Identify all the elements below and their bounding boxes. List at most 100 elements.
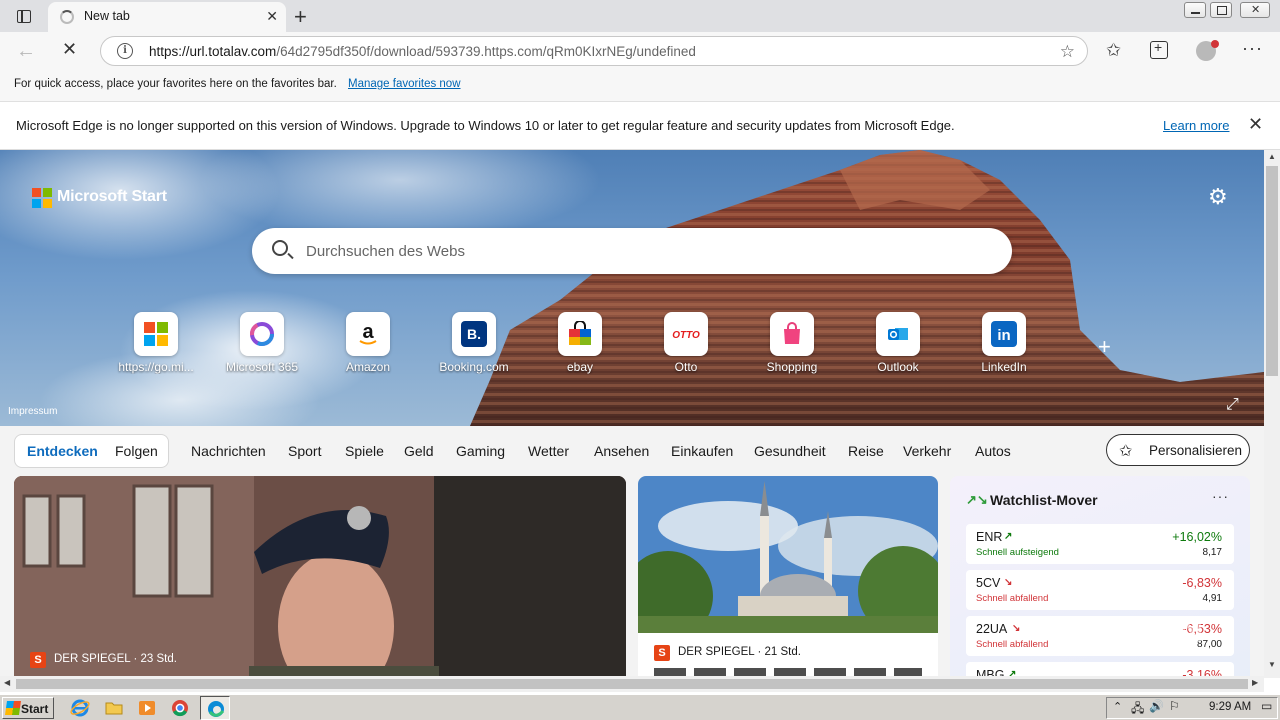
news-card-main[interactable]: S DER SPIEGEL · 23 Std. (14, 476, 626, 678)
loading-spinner-icon (60, 10, 74, 24)
spiegel-logo-icon: S (30, 652, 46, 668)
more-menu-icon[interactable]: ··· (1242, 38, 1263, 59)
scroll-thumb[interactable] (1266, 166, 1278, 376)
officer-photo (14, 476, 626, 678)
vertical-scrollbar[interactable]: ▲ ▼ (1264, 150, 1280, 678)
favorites-icon[interactable]: ✩ (1106, 40, 1121, 61)
url-text[interactable]: https://url.totalav.com/64d2795df350f/do… (149, 44, 696, 59)
learn-more-link[interactable]: Learn more (1163, 118, 1229, 133)
tab-geld[interactable]: Geld (404, 443, 434, 459)
network-icon[interactable]: 🖧 (1131, 699, 1144, 720)
trend-chart-icon: ↗↘ (966, 492, 988, 507)
stock-trend: Schnell abfallend (976, 639, 1049, 650)
tile-label: LinkedIn (981, 360, 1027, 374)
close-window-button[interactable] (1240, 2, 1270, 18)
minimize-button[interactable] (1184, 2, 1206, 18)
scroll-right-icon[interactable]: ▶ (1252, 678, 1258, 687)
internet-explorer-icon[interactable] (70, 698, 90, 718)
tab-wetter[interactable]: Wetter (528, 443, 569, 459)
scroll-down-icon[interactable]: ▼ (1268, 660, 1276, 669)
watchlist-row[interactable]: ENR ↗ Schnell aufsteigend +16,02% 8,17 (966, 524, 1234, 564)
start-button[interactable]: Start (2, 697, 54, 719)
source-age: 23 Std. (140, 653, 177, 665)
tab-actions-button[interactable] (8, 6, 40, 26)
impressum-link[interactable]: Impressum (8, 406, 57, 417)
add-favorite-star-icon[interactable]: ☆ (1060, 42, 1075, 62)
tab-gesundheit[interactable]: Gesundheit (754, 443, 826, 459)
source-name: DER SPIEGEL (54, 653, 131, 665)
tab-einkaufen[interactable]: Einkaufen (671, 443, 733, 459)
tile-label: ebay (566, 360, 594, 374)
personalize-label: Personalisieren (1149, 443, 1243, 458)
tile-label: Booking.com (439, 360, 509, 374)
profile-avatar[interactable] (1196, 40, 1219, 61)
folder-icon[interactable] (104, 698, 124, 718)
tab-gaming[interactable]: Gaming (456, 443, 505, 459)
anyrun-watermark: ANY.RUN (1040, 612, 1206, 650)
search-input[interactable] (306, 236, 986, 266)
tab-autos[interactable]: Autos (975, 443, 1011, 459)
site-info-icon[interactable]: i (117, 43, 133, 59)
tile-outlook[interactable]: Outlook (848, 310, 948, 380)
tab-entdecken[interactable]: Entdecken (27, 443, 98, 459)
tab-sport[interactable]: Sport (288, 443, 321, 459)
personalize-button[interactable]: ✩ Personalisieren (1106, 434, 1250, 466)
web-search-box[interactable] (252, 228, 1012, 274)
otto-icon: OTTO (664, 312, 708, 356)
tab-actions-icon (17, 9, 31, 23)
media-player-icon[interactable] (137, 698, 157, 718)
back-button[interactable]: ← (16, 40, 36, 63)
navigation-bar: ← ✕ i https://url.totalav.com/64d2795df3… (0, 32, 1280, 70)
manage-favorites-link[interactable]: Manage favorites now (348, 78, 461, 90)
tile-ebay[interactable]: ebay (530, 310, 630, 380)
clock[interactable]: 9:29 AM (1209, 701, 1251, 713)
svg-text:a: a (362, 321, 374, 343)
tab-verkehr[interactable]: Verkehr (903, 443, 951, 459)
tile-amazon[interactable]: a Amazon (318, 310, 418, 380)
scroll-thumb[interactable] (16, 679, 1248, 689)
tab-reise[interactable]: Reise (848, 443, 884, 459)
booking-icon: B. (452, 312, 496, 356)
infobar-message: Microsoft Edge is no longer supported on… (16, 118, 955, 133)
scroll-up-icon[interactable]: ▲ (1268, 152, 1276, 161)
tile-microsoft-365[interactable]: Microsoft 365 (212, 310, 312, 380)
tab-folgen[interactable]: Folgen (115, 443, 158, 459)
add-site-button[interactable]: + (1098, 334, 1111, 360)
stock-price: 8,17 (1202, 547, 1222, 558)
system-tray: ⌃ 🖧 🔊 ⚐ ▭ (1106, 697, 1278, 719)
close-icon[interactable]: ✕ (1248, 114, 1263, 135)
flag-icon[interactable]: ⚐ (1169, 699, 1180, 713)
address-bar[interactable]: i https://url.totalav.com/64d2795df350f/… (100, 36, 1088, 66)
svg-text:OTTO: OTTO (672, 330, 700, 341)
windows-taskbar: Start ⌃ 🖧 🔊 ⚐ ▭ 9:29 AM (0, 694, 1280, 720)
volume-icon[interactable]: 🔊 (1149, 699, 1164, 713)
tab-new-tab[interactable]: New tab ✕ (48, 2, 286, 32)
tile-linkedin[interactable]: in LinkedIn (954, 310, 1054, 380)
edge-taskbar-button[interactable] (200, 696, 230, 720)
expand-background-icon[interactable]: ⤢ (1226, 396, 1239, 414)
stock-trend: Schnell aufsteigend (976, 547, 1059, 558)
tile-booking[interactable]: B. Booking.com (424, 310, 524, 380)
maximize-button[interactable] (1210, 2, 1232, 18)
scroll-left-icon[interactable]: ◀ (4, 678, 10, 687)
gear-icon[interactable]: ⚙ (1208, 184, 1228, 210)
tile-label: https://go.mi... (118, 360, 194, 374)
tab-spiele[interactable]: Spiele (345, 443, 384, 459)
new-tab-button[interactable]: + (294, 4, 307, 30)
stop-loading-button[interactable]: ✕ (62, 39, 77, 60)
close-tab-icon[interactable]: ✕ (266, 8, 278, 25)
tile-otto[interactable]: OTTO Otto (636, 310, 736, 380)
watchlist-row[interactable]: 5CV ↘ Schnell abfallend -6,83% 4,91 (966, 570, 1234, 610)
news-card-mosque[interactable]: S DER SPIEGEL · 21 Std. (638, 476, 938, 678)
tray-expand-icon[interactable]: ⌃ (1113, 700, 1122, 713)
tab-ansehen[interactable]: Ansehen (594, 443, 649, 459)
hero-background-image: Microsoft Start ⚙ https://go.mi... Micro… (0, 150, 1264, 426)
tab-nachrichten[interactable]: Nachrichten (191, 443, 266, 459)
tile-go-microsoft[interactable]: https://go.mi... (106, 310, 206, 380)
tile-shopping[interactable]: Shopping (742, 310, 842, 380)
chrome-icon[interactable] (170, 698, 190, 718)
show-desktop-icon[interactable]: ▭ (1261, 699, 1272, 713)
more-options-icon[interactable]: ··· (1212, 488, 1229, 504)
horizontal-scrollbar[interactable]: ◀ ▶ (0, 676, 1264, 692)
collections-icon[interactable] (1150, 39, 1168, 59)
